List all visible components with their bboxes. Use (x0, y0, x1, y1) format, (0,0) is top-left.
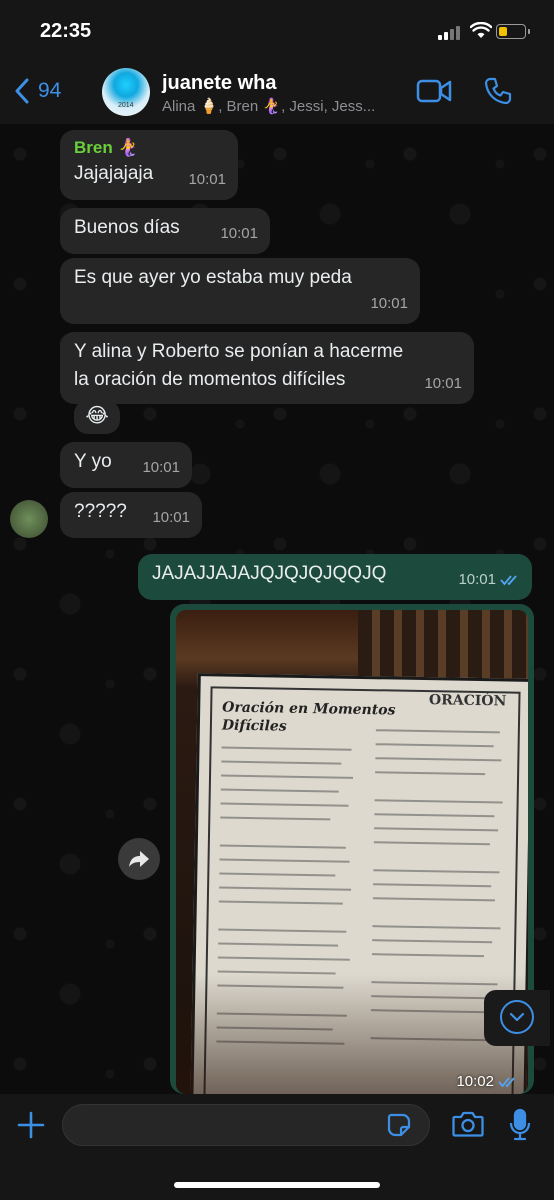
emoji-reaction[interactable]: 😂 (74, 400, 120, 434)
message-text: JAJAJJAJAJQJQJQJQQJQ (152, 563, 387, 584)
reaction-emoji: 😂 (85, 405, 109, 427)
unread-count: 94 (38, 79, 62, 102)
sender-avatar[interactable] (10, 500, 48, 538)
message-bubble[interactable]: Buenos días 10:01 (60, 208, 270, 254)
message-bubble[interactable]: ????? 10:01 (60, 492, 202, 538)
signal-icon (438, 26, 462, 40)
message-time: 10:01 (188, 171, 226, 188)
message-time: 10:01 (142, 459, 180, 476)
message-text: Es que ayer yo estaba muy peda (74, 267, 352, 288)
message-bubble[interactable]: Y yo 10:01 (60, 442, 192, 488)
status-time: 22:35 (40, 20, 92, 42)
message-time: 10:01 (220, 225, 258, 242)
battery-icon (496, 24, 526, 39)
prayer-title: Oración en Momentos Difíciles (221, 699, 396, 735)
outgoing-message-bubble[interactable]: JAJAJJAJAJQJQJQJQQJQ 10:01 (138, 554, 532, 600)
read-receipt-icon (500, 575, 517, 586)
message-bubble[interactable]: Y alina y Roberto se ponían a hacerme la… (60, 332, 474, 404)
chat-members[interactable]: Alina 🍦, Bren 🧜‍♀️, Jessi, Jess... (162, 97, 407, 115)
image-message[interactable]: Oración en Momentos Difíciles ORACIÓN 10… (170, 604, 534, 1094)
input-bar (0, 1094, 554, 1200)
message-bubble[interactable]: Bren 🧜‍♀️ Jajajajaja 10:01 (60, 130, 238, 200)
message-time: 10:02 (456, 1073, 518, 1090)
message-sender: Bren 🧜‍♀️ (74, 138, 139, 157)
mic-icon[interactable] (508, 1108, 532, 1142)
read-receipt-icon (498, 1077, 515, 1088)
scroll-down-icon (509, 1012, 525, 1022)
avatar-caption: 2014 (118, 102, 134, 109)
message-text: Y yo (74, 451, 112, 472)
back-button[interactable]: 94 (14, 78, 61, 104)
wifi-icon (470, 22, 492, 38)
camera-icon[interactable] (452, 1110, 484, 1138)
chat-header: 94 2014 juanete wha Alina 🍦, Bren 🧜‍♀️, … (0, 60, 554, 125)
phone-icon[interactable] (484, 77, 512, 105)
message-text: Buenos días (74, 217, 180, 238)
message-text-line-1: Y alina y Roberto se ponían a hacerme (74, 341, 404, 362)
back-chevron-icon (15, 78, 29, 104)
message-time: 10:01 (424, 375, 462, 392)
message-input[interactable] (62, 1104, 430, 1146)
message-bubble[interactable]: Es que ayer yo estaba muy peda 10:01 (60, 258, 420, 324)
status-bar: 22:35 (0, 0, 554, 60)
message-text-line-2: la oración de momentos difíciles (74, 369, 346, 390)
photo-prayer-card[interactable]: Oración en Momentos Difíciles ORACIÓN (176, 610, 528, 1094)
prayer-right-title: ORACIÓN (428, 692, 507, 710)
message-time: 10:01 (370, 295, 408, 312)
video-call-icon[interactable] (416, 78, 452, 104)
forward-button[interactable] (118, 838, 160, 880)
message-time: 10:01 (152, 509, 190, 526)
message-time: 10:01 (458, 566, 520, 594)
group-avatar[interactable]: 2014 (102, 68, 150, 116)
home-indicator (174, 1182, 380, 1188)
plus-icon[interactable] (16, 1110, 46, 1140)
sticker-icon[interactable] (387, 1113, 411, 1137)
scroll-down-button[interactable] (484, 990, 550, 1046)
forward-icon (129, 851, 149, 867)
message-text: ????? (74, 501, 127, 522)
chat-title[interactable]: juanete wha (162, 72, 276, 95)
